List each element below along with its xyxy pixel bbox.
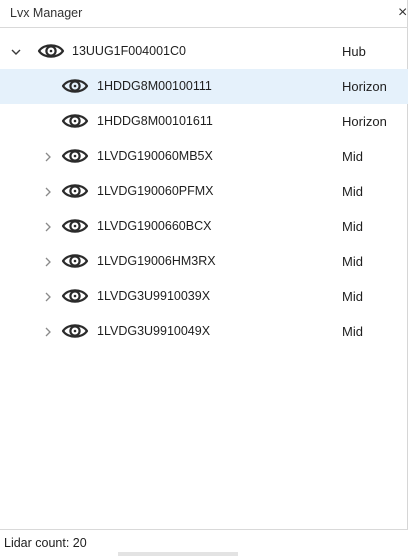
device-type: Mid [342, 149, 363, 164]
tree-row[interactable]: 1LVDG1900660BCX Mid [0, 209, 408, 244]
chevron-right-icon[interactable] [42, 244, 54, 279]
device-type: Mid [342, 289, 363, 304]
eye-icon[interactable] [60, 179, 90, 203]
panel-titlebar: Lvx Manager × [0, 0, 408, 28]
device-name: 1LVDG3U9910049X [97, 324, 211, 338]
eye-icon[interactable] [60, 214, 90, 238]
device-type: Mid [342, 219, 363, 234]
device-type: Horizon [342, 79, 387, 94]
tree-row[interactable]: 1HDDG8M00101611 Horizon [0, 104, 408, 139]
device-type: Mid [342, 254, 363, 269]
device-name: 1LVDG190060MB5X [97, 149, 213, 163]
chevron-right-icon[interactable] [42, 174, 54, 209]
eye-icon[interactable] [60, 284, 90, 308]
tree-row[interactable]: 1LVDG190060MB5X Mid [0, 139, 408, 174]
lvx-manager-panel: Lvx Manager × 13UUG1F004001C0 Hub 1HDDG8M0… [0, 0, 408, 556]
chevron-down-icon[interactable] [10, 34, 22, 69]
tree-row[interactable]: 1LVDG3U9910039X Mid [0, 279, 408, 314]
lidar-tree: 13UUG1F004001C0 Hub 1HDDG8M00100111 Horizon… [0, 34, 408, 349]
eye-icon[interactable] [60, 319, 90, 343]
tree-row[interactable]: 1LVDG3U9910049X Mid [0, 314, 408, 349]
eye-icon[interactable] [60, 249, 90, 273]
chevron-right-icon[interactable] [42, 279, 54, 314]
tree-row[interactable]: 13UUG1F004001C0 Hub [0, 34, 408, 69]
device-type: Hub [342, 44, 366, 59]
eye-icon[interactable] [60, 144, 90, 168]
device-name: 1LVDG19006HM3RX [97, 254, 216, 268]
device-type: Mid [342, 184, 363, 199]
eye-icon[interactable] [60, 109, 90, 133]
device-name: 13UUG1F004001C0 [72, 44, 186, 58]
device-name: 1LVDG190060PFMX [97, 184, 214, 198]
device-name: 1HDDG8M00100111 [97, 79, 212, 93]
device-type: Horizon [342, 114, 387, 129]
tree-row[interactable]: 1HDDG8M00100111 Horizon [0, 69, 408, 104]
status-bar-scroll-indicator [118, 552, 238, 556]
device-name: 1HDDG8M00101611 [97, 114, 213, 128]
device-type: Mid [342, 324, 363, 339]
chevron-right-icon[interactable] [42, 314, 54, 349]
chevron-right-icon[interactable] [42, 209, 54, 244]
device-name: 1LVDG1900660BCX [97, 219, 212, 233]
panel-title: Lvx Manager [10, 6, 83, 20]
eye-icon[interactable] [36, 39, 66, 63]
lidar-count-text: Lidar count: 20 [4, 536, 87, 550]
tree-row[interactable]: 1LVDG19006HM3RX Mid [0, 244, 408, 279]
chevron-right-icon[interactable] [42, 139, 54, 174]
close-icon[interactable]: × [398, 3, 410, 23]
tree-row[interactable]: 1LVDG190060PFMX Mid [0, 174, 408, 209]
eye-icon[interactable] [60, 74, 90, 98]
device-name: 1LVDG3U9910039X [97, 289, 211, 303]
